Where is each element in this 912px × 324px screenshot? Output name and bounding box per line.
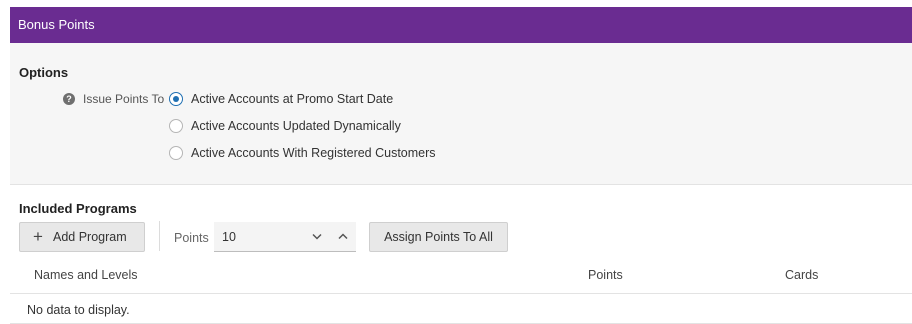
- table-header-divider: [10, 293, 912, 294]
- chevron-up-icon: [338, 233, 348, 240]
- options-section: Options ? Issue Points To Active Account…: [10, 43, 912, 185]
- radio-label-active-accounts-updated-dynamically[interactable]: Active Accounts Updated Dynamically: [191, 118, 401, 134]
- add-program-label: Add Program: [53, 230, 127, 244]
- chevron-down-icon: [312, 233, 322, 240]
- column-header-names-and-levels[interactable]: Names and Levels: [34, 267, 138, 283]
- plus-icon: +: [33, 227, 43, 246]
- decrement-button[interactable]: [304, 222, 330, 252]
- points-input[interactable]: [214, 222, 304, 252]
- assign-points-to-all-button[interactable]: Assign Points To All: [369, 222, 508, 252]
- radio-active-accounts-promo-start[interactable]: [169, 92, 183, 106]
- panel-title: Bonus Points: [18, 17, 95, 32]
- help-question-icon[interactable]: ?: [63, 93, 75, 105]
- radio-label-active-accounts-registered-customers[interactable]: Active Accounts With Registered Customer…: [191, 145, 436, 161]
- panel-header: Bonus Points: [10, 7, 912, 43]
- radio-active-accounts-updated-dynamically[interactable]: [169, 119, 183, 133]
- points-label: Points: [174, 231, 209, 245]
- radio-active-accounts-registered-customers[interactable]: [169, 146, 183, 160]
- issue-points-label: Issue Points To: [83, 92, 165, 106]
- options-title: Options: [19, 65, 69, 80]
- column-header-points[interactable]: Points: [588, 267, 623, 283]
- included-programs-title: Included Programs: [19, 201, 137, 216]
- table-empty-message: No data to display.: [27, 303, 130, 317]
- increment-button[interactable]: [330, 222, 356, 252]
- radio-label-active-accounts-promo-start[interactable]: Active Accounts at Promo Start Date: [191, 91, 393, 107]
- column-header-cards[interactable]: Cards: [785, 267, 818, 283]
- toolbar-divider: [159, 221, 160, 251]
- add-program-button[interactable]: + Add Program: [19, 222, 145, 252]
